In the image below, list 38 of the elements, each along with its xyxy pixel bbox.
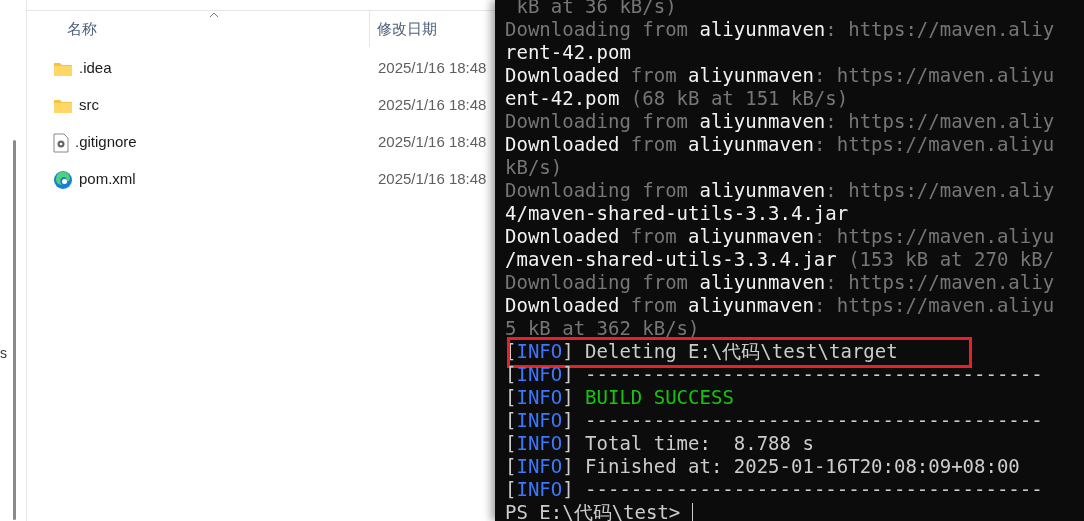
terminal-line: [INFO] ---------------------------------------- (505, 363, 1043, 385)
terminal-line: Downloading from aliyunmaven: https://maven.aliy (505, 110, 1055, 132)
terminal-line: [INFO] Finished at: 2025-01-16T20:08:09+08:00 (505, 455, 1020, 477)
terminal-line: /maven-shared-utils-3.3.4.jar (153 kB at 270 kB/ (505, 248, 1055, 270)
terminal-line: [INFO] Total time: 8.788 s (505, 432, 814, 454)
terminal-line: Downloading from aliyunmaven: https://maven.aliy (505, 271, 1055, 293)
terminal-line: kB/s) (505, 156, 563, 178)
scrollbar-thumb[interactable] (13, 140, 16, 520)
terminal-line: rent-42.pom (505, 41, 631, 63)
gear-file-icon (53, 132, 69, 153)
sort-caret-icon (209, 12, 219, 18)
terminal-line: Downloaded from aliyunmaven: https://maven.aliyu (505, 294, 1055, 316)
edge-logo-icon (53, 169, 73, 190)
terminal-prompt[interactable]: PS E:\代码\test> (505, 501, 681, 521)
terminal-line: [INFO] ---------------------------------------- (505, 409, 1043, 431)
file-name[interactable]: .idea (79, 57, 112, 80)
column-header[interactable]: 名称 (27, 11, 370, 47)
terminal-line: Downloaded from aliyunmaven: https://maven.aliyu (505, 133, 1055, 155)
terminal-line: 5 kB at 362 kB/s) (505, 317, 700, 339)
terminal-line: Downloaded from aliyunmaven: https://maven.aliyu (505, 64, 1055, 86)
file-date: 2025/1/16 18:48 (378, 132, 487, 153)
terminal-line: Downloading from aliyunmaven: https://maven.aliy (505, 18, 1055, 40)
terminal-line: [INFO] ---------------------------------------- (505, 478, 1043, 500)
file-name[interactable]: .gitignore (75, 131, 137, 154)
file-date: 2025/1/16 18:48 (378, 95, 487, 116)
file-name[interactable]: src (79, 94, 99, 117)
file-name[interactable]: pom.xml (79, 168, 136, 191)
nav-label[interactable]: s (0, 343, 7, 364)
terminal-line: Downloaded from aliyunmaven: https://maven.aliyu (505, 225, 1055, 247)
terminal-line: ent-42.pom (68 kB at 151 kB/s) (505, 87, 849, 109)
column-header[interactable]: 修改日期 (370, 11, 495, 47)
terminal-line: 4/maven-shared-utils-3.3.4.jar (505, 202, 849, 224)
folder-icon (53, 97, 73, 114)
terminal-line: [INFO] BUILD SUCCESS (505, 386, 734, 408)
folder-icon (53, 60, 73, 77)
terminal-line: Downloading from aliyunmaven: https://maven.aliy (505, 179, 1055, 201)
file-date: 2025/1/16 18:48 (378, 169, 487, 190)
file-date: 2025/1/16 18:48 (378, 58, 487, 79)
